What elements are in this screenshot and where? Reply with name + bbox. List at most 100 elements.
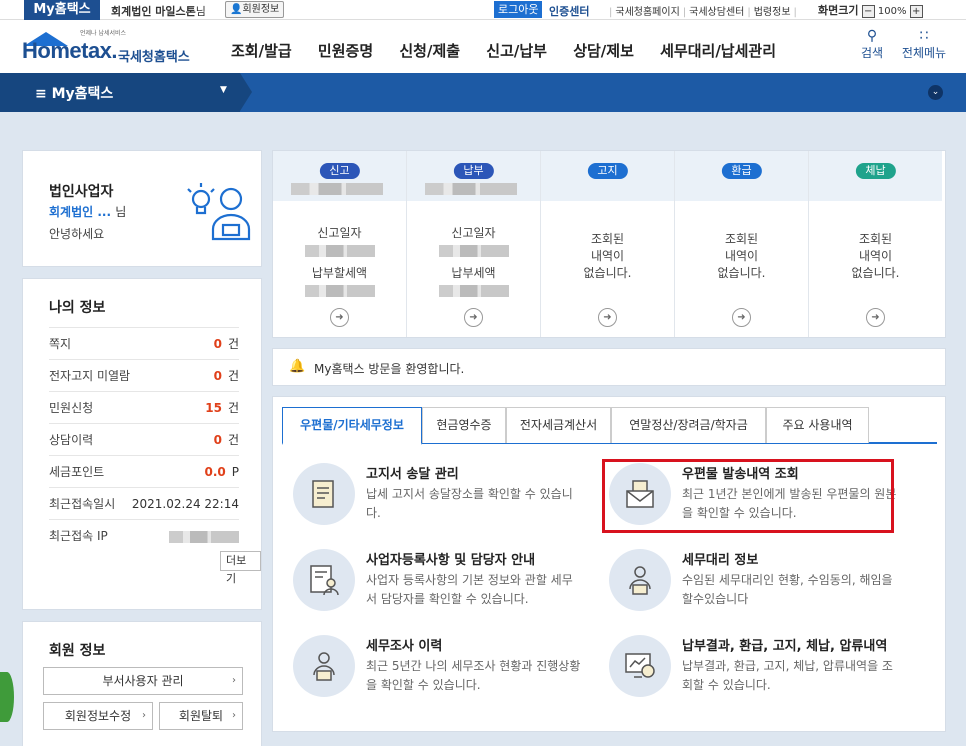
go-arrears-button[interactable]: ➜ xyxy=(866,308,885,327)
nts-homepage-link[interactable]: 국세청홈페이지 xyxy=(615,7,679,18)
zoom-in-button[interactable]: + xyxy=(909,4,923,18)
zoom-value: 100% xyxy=(877,6,907,17)
go-report-button[interactable]: ➜ xyxy=(330,308,349,327)
status-col-report: 신고 신고일자 납부할세액 ➜ xyxy=(273,151,407,337)
caret-down-icon[interactable]: ▼ xyxy=(220,85,227,95)
tab-mail-info[interactable]: 우편물/기타세무정보 xyxy=(282,407,422,445)
top-links: | 국세청홈페이지 | 국세상담센터 | 법령정보 | xyxy=(609,7,797,18)
info-row-consult-history[interactable]: 상담이력 0건 xyxy=(49,423,239,455)
member-info-button[interactable]: 👤회원정보 xyxy=(225,1,285,18)
my-hometax-title: ≡ My홈택스 xyxy=(35,86,114,102)
my-hometax-tab[interactable]: My홈택스 xyxy=(24,0,100,20)
nav-report-pay[interactable]: 신고/납부 xyxy=(486,42,547,60)
chevron-right-icon: › xyxy=(232,710,236,721)
services-panel: 우편물/기타세무정보 현금영수증 전자세금계산서 연말정산/장려금/학자금 주요… xyxy=(272,396,946,732)
service-title: 고지서 송달 관리 xyxy=(366,467,459,482)
person-desk-icon xyxy=(629,566,651,595)
service-tax-agent[interactable]: 세무대리 정보 수임된 세무대리인 현황, 수임동의, 해임을 할수있습니다 xyxy=(609,549,909,619)
status-pill-refund: 환급 xyxy=(721,163,762,179)
service-title: 세무대리 정보 xyxy=(682,553,759,568)
zoom-out-button[interactable]: − xyxy=(861,4,875,18)
info-row-last-ip: 최근접속 IP xyxy=(49,519,239,551)
service-title: 사업자등록사항 및 담당자 안내 xyxy=(366,553,536,568)
law-info-link[interactable]: 법령정보 xyxy=(754,7,791,18)
header-search-button[interactable]: ⚲ 검색 xyxy=(858,28,886,61)
status-empty-notice: 조회된 내역이 없습니다. xyxy=(583,232,632,280)
nav-consult[interactable]: 상담/제보 xyxy=(573,42,634,60)
search-label: 검색 xyxy=(860,46,884,60)
status-empty-arrears: 조회된 내역이 없습니다. xyxy=(851,232,900,280)
hometax-logo[interactable]: 언제나 납세서비스 Hometax. 국세청홈택스 xyxy=(20,24,200,70)
all-menu-label: 전체메뉴 xyxy=(901,46,947,60)
nav-certificate[interactable]: 민원증명 xyxy=(318,42,373,60)
info-row-last-login: 최근접속일시 2021.02.24 22:14 xyxy=(49,487,239,519)
status-pill-notice: 고지 xyxy=(587,163,628,179)
tab-e-tax-invoice[interactable]: 전자세금계산서 xyxy=(506,407,611,443)
tab-usage-history[interactable]: 주요 사용내역 xyxy=(766,407,869,443)
service-desc: 납세 고지서 송달장소를 확인할 수 있습니다. xyxy=(366,487,573,520)
service-desc: 수임된 세무대리인 현황, 수임동의, 해임을 할수있습니다 xyxy=(682,573,893,606)
service-desc: 사업자 등록사항의 기본 정보와 관할 세무서 담당자를 확인할 수 있습니다. xyxy=(366,573,573,606)
redacted-value xyxy=(291,183,383,195)
nav-inquiry[interactable]: 조회/발급 xyxy=(231,42,292,60)
nav-apply[interactable]: 신청/제출 xyxy=(399,42,460,60)
service-payment-results[interactable]: 납부결과, 환급, 고지, 체납, 압류내역 납부결과, 환급, 고지, 체납,… xyxy=(609,635,909,705)
cert-center-link[interactable]: 인증센터 xyxy=(549,3,589,19)
user-idea-icon xyxy=(187,183,251,241)
tab-cash-receipt[interactable]: 현금영수증 xyxy=(422,407,506,443)
monitor-coin-icon xyxy=(625,653,655,678)
logo-tagline: 언제나 납세서비스 xyxy=(80,30,127,37)
top-utility-bar: My홈택스 회계법인 마일스톤님 👤회원정보 로그아웃 인증센터 | 국세청홈페이… xyxy=(0,0,966,20)
bell-icon: 🔔 xyxy=(289,359,306,374)
dept-user-mgmt-button[interactable]: 부서사용자 관리 › xyxy=(43,667,243,695)
withdraw-button[interactable]: 회원탈퇴 › xyxy=(159,702,243,730)
status-col-payment: 납부 신고일자 납부세액 ➜ xyxy=(407,151,541,337)
expand-circle-icon[interactable]: ⌄ xyxy=(928,85,943,100)
go-payment-button[interactable]: ➜ xyxy=(464,308,483,327)
global-nav: 조회/발급 민원증명 신청/제출 신고/납부 상담/제보 세무대리/납세관리 xyxy=(231,40,797,61)
more-button[interactable]: 더보기 xyxy=(220,551,261,585)
all-menu-button[interactable]: ∷ 전체메뉴 xyxy=(898,28,950,61)
service-tax-audit[interactable]: 세무조사 이력 최근 5년간 나의 세무조사 현황과 진행상황을 확인할 수 있… xyxy=(293,635,593,705)
user-corp-name: 회계법인 ... 님 xyxy=(49,205,127,219)
zoom-control: 화면크기 − 100% + xyxy=(818,2,923,18)
edit-member-button[interactable]: 회원정보수정 › xyxy=(43,702,153,730)
logo-wordmark: Hometax. xyxy=(22,38,118,63)
user-suffix: 님 xyxy=(195,5,206,18)
go-refund-button[interactable]: ➜ xyxy=(732,308,751,327)
status-pill-payment: 납부 xyxy=(453,163,494,179)
document-icon xyxy=(312,480,334,508)
logout-button[interactable]: 로그아웃 xyxy=(494,1,543,18)
status-empty-refund: 조회된 내역이 없습니다. xyxy=(717,232,766,280)
info-row-civil-request[interactable]: 민원신청 15 건 xyxy=(49,391,239,423)
member-panel: 회원 정보 부서사용자 관리 › 회원정보수정 › 회원탈퇴 › xyxy=(22,621,262,746)
zoom-label: 화면크기 xyxy=(818,4,859,17)
go-notice-button[interactable]: ➜ xyxy=(598,308,617,327)
status-pill-report: 신고 xyxy=(319,163,360,179)
document-person-icon xyxy=(310,565,339,596)
user-role: 법인사업자 xyxy=(49,184,114,200)
status-pill-arrears: 체납 xyxy=(855,163,896,179)
service-tabs: 우편물/기타세무정보 현금영수증 전자세금계산서 연말정산/장려금/학자금 주요… xyxy=(282,407,937,445)
member-info-label: 회원정보 xyxy=(242,4,280,15)
info-row-tax-point[interactable]: 세금포인트 0.0 P xyxy=(49,455,239,487)
person-laptop-icon xyxy=(313,652,335,681)
service-title: 납부결과, 환급, 고지, 체납, 압류내역 xyxy=(682,639,888,654)
service-business-registration[interactable]: 사업자등록사항 및 담당자 안내 사업자 등록사항의 기본 정보와 관할 세무서… xyxy=(293,549,593,619)
status-col-arrears: 체납 조회된 내역이 없습니다. ➜ xyxy=(809,151,943,337)
hamburger-icon: ≡ xyxy=(35,86,47,102)
redacted-ip xyxy=(169,530,239,543)
decorative-leaf xyxy=(0,672,14,722)
info-row-unread-notice[interactable]: 전자고지 미열람 0건 xyxy=(49,359,239,391)
tab-year-end[interactable]: 연말정산/장려금/학자금 xyxy=(611,407,766,443)
chevron-right-icon: › xyxy=(142,710,146,721)
nav-agent[interactable]: 세무대리/납세관리 xyxy=(660,42,776,60)
logo-subtitle: 국세청홈택스 xyxy=(118,50,190,65)
service-desc: 납부결과, 환급, 고지, 체납, 압류내역을 조회할 수 있습니다. xyxy=(682,659,893,692)
my-info-title: 나의 정보 xyxy=(49,300,106,316)
person-icon: 👤 xyxy=(230,4,243,15)
tax-consult-link[interactable]: 국세상담센터 xyxy=(689,7,744,18)
service-bill-delivery[interactable]: 고지서 송달 관리 납세 고지서 송달장소를 확인할 수 있습니다. xyxy=(293,463,593,533)
info-row-message[interactable]: 쪽지 0건 xyxy=(49,327,239,359)
highlight-box xyxy=(602,459,894,533)
